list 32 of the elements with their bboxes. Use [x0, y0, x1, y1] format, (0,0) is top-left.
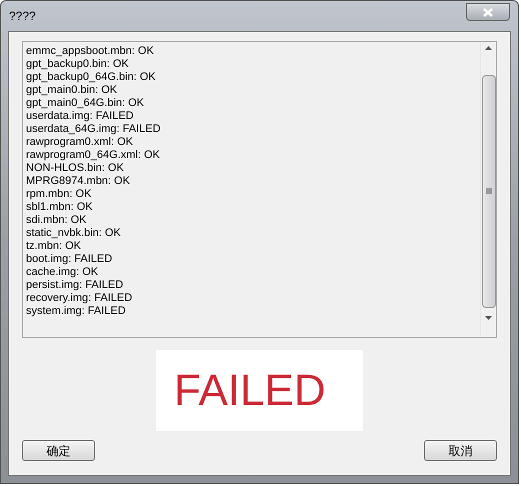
- log-line: userdata.img: FAILED: [26, 110, 135, 123]
- scrollbar[interactable]: [480, 42, 496, 337]
- result-text: FAILED: [174, 368, 326, 412]
- log-line: gpt_main0.bin: OK: [26, 84, 118, 97]
- log-line: userdata_64G.img: FAILED: [26, 123, 162, 136]
- close-button[interactable]: [466, 3, 510, 21]
- log-line: rawprogram0.xml: OK: [26, 136, 134, 149]
- log-line: gpt_backup0.bin: OK: [26, 58, 130, 71]
- log-line: recovery.img: FAILED: [26, 292, 134, 305]
- cancel-button[interactable]: 取消: [424, 440, 497, 461]
- log-line: system.img: FAILED: [26, 305, 127, 318]
- log-line: sdi.mbn: OK: [26, 214, 88, 227]
- log-line: persist.img: FAILED: [26, 279, 124, 292]
- log-line: gpt_main0_64G.bin: OK: [26, 97, 146, 110]
- log-line: rawprogram0_64G.xml: OK: [26, 149, 161, 162]
- close-icon: [483, 8, 493, 16]
- log-line: tz.mbn: OK: [26, 240, 82, 253]
- log-line: boot.img: FAILED: [26, 253, 114, 266]
- window-title: ????: [9, 8, 36, 25]
- scroll-thumb[interactable]: [482, 75, 496, 308]
- scroll-down-icon[interactable]: [485, 316, 492, 320]
- scroll-up-icon[interactable]: [485, 46, 492, 50]
- log-line: emmc_appsboot.mbn: OK: [26, 45, 155, 58]
- ok-button[interactable]: 确定: [22, 440, 95, 461]
- log-line: rpm.mbn: OK: [26, 188, 92, 201]
- log-line: cache.img: OK: [26, 266, 100, 279]
- grip-icon: [486, 188, 492, 195]
- log-line: NON-HLOS.bin: OK: [26, 162, 125, 175]
- log-line: MPRG8974.mbn: OK: [26, 175, 131, 188]
- log-line: sbl1.mbn: OK: [26, 201, 94, 214]
- log-line: static_nvbk.bin: OK: [26, 227, 122, 240]
- log-line: gpt_backup0_64G.bin: OK: [26, 71, 157, 84]
